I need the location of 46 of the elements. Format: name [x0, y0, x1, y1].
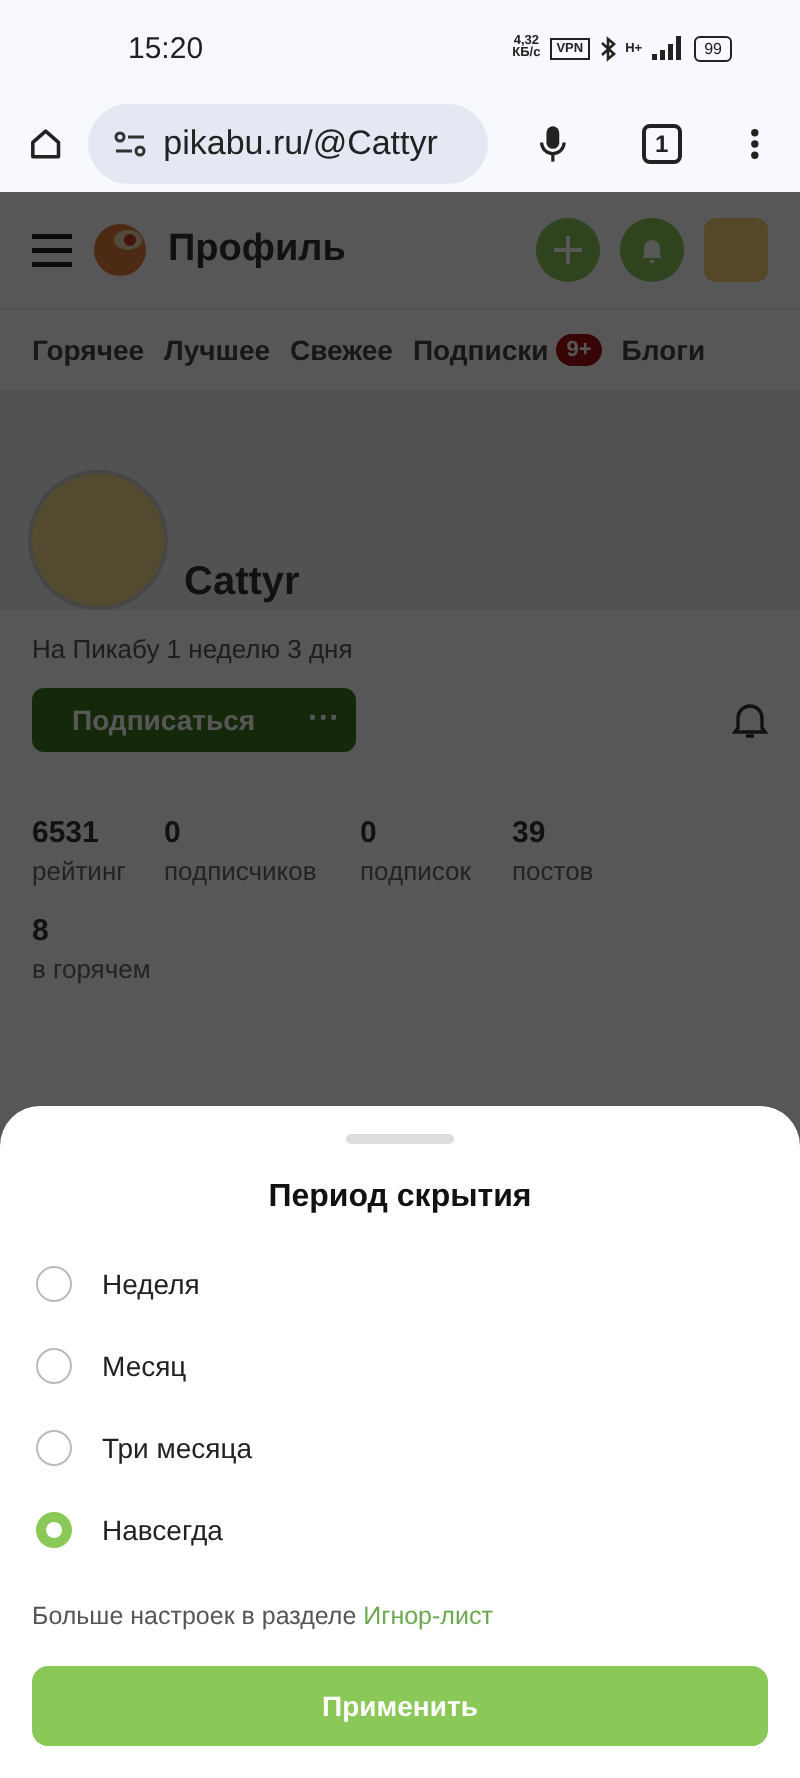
nav-tab[interactable]: Блоги — [621, 334, 706, 366]
logo-icon[interactable] — [92, 222, 148, 278]
radio-button[interactable] — [36, 1511, 72, 1547]
bell-icon[interactable] — [732, 700, 768, 740]
radio-option[interactable]: Навсегда — [32, 1488, 768, 1570]
nav-tab[interactable]: Подписки — [412, 334, 549, 366]
nav-tab[interactable]: Лучшее — [164, 334, 271, 366]
plus-icon — [554, 236, 582, 264]
ignore-list-link[interactable]: Игнор-лист — [363, 1602, 493, 1630]
nav-tab[interactable]: Горячее — [32, 334, 145, 366]
subscribe-button[interactable]: Подписаться ··· — [32, 688, 356, 752]
stat-value: 0 — [164, 816, 183, 850]
radio-option[interactable]: Неделя — [32, 1242, 768, 1324]
nav-tab[interactable]: Свежее — [290, 334, 393, 366]
status-time: 15:20 — [128, 31, 204, 65]
more-options-button[interactable]: ··· — [308, 702, 340, 738]
battery-level: 99 — [694, 35, 732, 61]
menu-icon[interactable] — [32, 232, 72, 268]
radio-option[interactable]: Три месяца — [32, 1406, 768, 1488]
microphone-icon[interactable] — [539, 120, 565, 168]
sheet-title: Период скрытия — [268, 1180, 532, 1216]
signal-icon — [652, 36, 685, 60]
drag-handle[interactable] — [346, 1134, 454, 1144]
notifications-button[interactable] — [620, 218, 684, 282]
radio-button[interactable] — [36, 1265, 72, 1301]
apply-button[interactable]: Применить — [32, 1666, 768, 1746]
profile-name: Cattyr — [184, 560, 300, 606]
membership-duration: На Пикабу 1 неделю 3 дня — [32, 634, 355, 664]
radio-button[interactable] — [36, 1429, 72, 1465]
stat-value: 0 — [360, 816, 379, 850]
tab-count-button[interactable]: 1 — [641, 124, 683, 164]
radio-button[interactable] — [36, 1347, 72, 1383]
radio-option[interactable]: Месяц — [32, 1324, 768, 1406]
stat-value: 8 — [32, 914, 51, 948]
settings-hint: Больше настроек в разделе Игнор-лист — [32, 1602, 495, 1630]
more-menu-icon[interactable] — [750, 124, 760, 164]
bluetooth-icon — [599, 35, 616, 61]
count-badge: 9+ — [556, 334, 602, 366]
bell-icon — [640, 236, 664, 264]
stat-value: 39 — [512, 816, 548, 850]
address-bar[interactable]: pikabu.ru/@Cattyr — [87, 104, 488, 184]
page-title: Профиль — [168, 228, 346, 272]
user-avatar[interactable] — [704, 218, 768, 282]
stat-value: 6531 — [32, 816, 101, 850]
site-settings-icon[interactable] — [111, 130, 148, 158]
add-post-button[interactable] — [536, 218, 600, 282]
